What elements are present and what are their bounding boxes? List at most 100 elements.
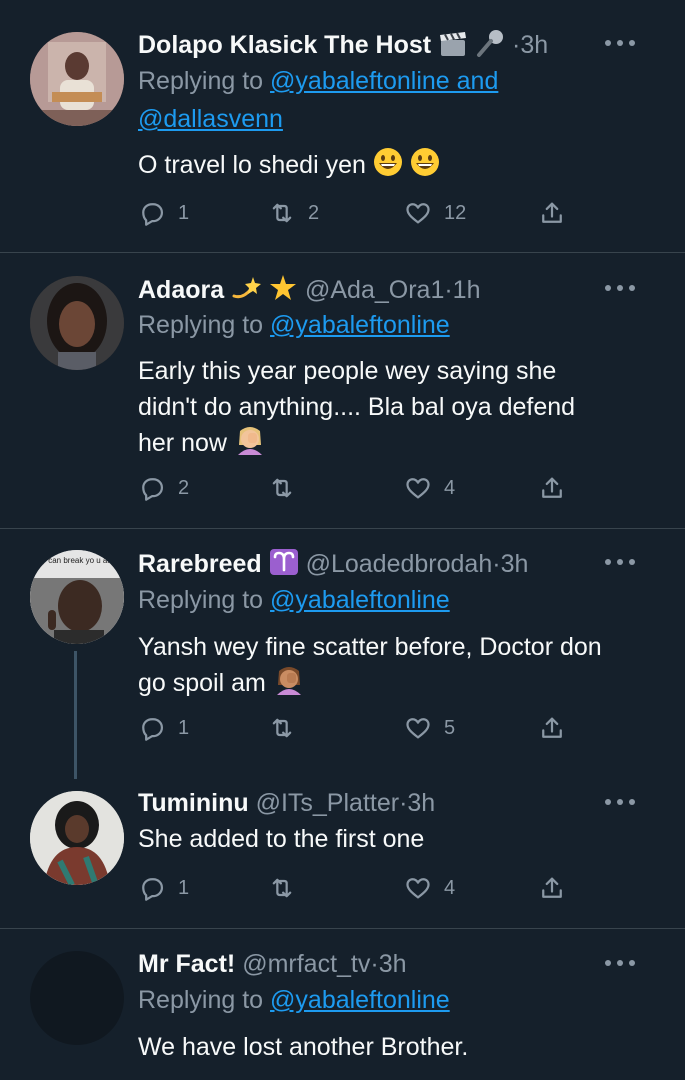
- like-icon: [406, 878, 430, 899]
- replying-to: Replying to @yabaleftonline and @dallasv…: [138, 67, 499, 133]
- reply-button[interactable]: 1: [138, 873, 189, 903]
- timestamp[interactable]: 3h: [379, 950, 407, 978]
- avatar[interactable]: [30, 791, 124, 885]
- display-name[interactable]: Adaora: [138, 276, 224, 304]
- share-button[interactable]: [538, 873, 566, 903]
- more-icon[interactable]: [605, 40, 635, 48]
- reply-icon: [142, 718, 164, 741]
- replying-to: Replying to @yabaleftonline: [138, 586, 450, 614]
- like-button[interactable]: 4: [404, 473, 455, 503]
- grinning-face-icon: [373, 147, 403, 187]
- like-count: 5: [444, 716, 456, 739]
- timestamp[interactable]: 3h: [501, 550, 529, 578]
- mention-link[interactable]: @yabaleftonline: [270, 586, 450, 614]
- tweet-actions: 1 4: [138, 873, 578, 903]
- retweet-count: 2: [308, 201, 320, 224]
- more-icon[interactable]: [605, 559, 635, 567]
- retweet-button[interactable]: [268, 873, 296, 903]
- replying-to: Replying to @yabaleftonline: [138, 986, 450, 1014]
- grinning-face-icon: [410, 147, 440, 187]
- retweet-icon: [272, 878, 292, 898]
- tweet-actions: 2 4: [138, 473, 578, 503]
- tweet-text: O travel lo shedi yen: [138, 147, 645, 187]
- reply-count: 1: [178, 876, 190, 899]
- like-count: 12: [444, 201, 467, 224]
- more-icon[interactable]: [605, 960, 635, 968]
- user-handle[interactable]: @Ada_Ora1: [305, 276, 444, 304]
- tweet-header: Dolapo Klasick The Host ·3h: [138, 29, 665, 59]
- retweet-button[interactable]: 2: [268, 198, 319, 228]
- tweet-header: Mr Fact! @mrfact_tv·3h: [138, 949, 665, 979]
- dizzy-icon: [231, 274, 262, 309]
- reply-icon: [142, 203, 164, 226]
- thread-line: [74, 651, 77, 779]
- like-icon: [406, 203, 430, 224]
- avatar[interactable]: y can break yo u are single: [30, 550, 124, 644]
- avatar-caption: y can break yo u are single: [42, 556, 124, 565]
- like-icon: [406, 718, 430, 739]
- tweet-mr-fact[interactable]: Mr Fact! @mrfact_tv·3h Replying to @yaba…: [0, 929, 685, 1080]
- more-icon[interactable]: [605, 285, 635, 293]
- tweet-text: She added to the first one: [138, 825, 425, 853]
- timestamp[interactable]: 3h: [407, 789, 435, 817]
- like-button[interactable]: 4: [404, 873, 455, 903]
- tweet-tumininu[interactable]: Tumininu @ITs_Platter·3h She added to th…: [0, 779, 685, 927]
- display-name[interactable]: Tumininu: [138, 789, 249, 817]
- avatar[interactable]: [30, 276, 124, 370]
- tweet-adaora[interactable]: Adaora @Ada_Ora1·1h Replying to @yabalef…: [0, 253, 685, 528]
- retweet-button[interactable]: [268, 713, 296, 743]
- share-button[interactable]: [538, 713, 566, 743]
- user-handle[interactable]: @Loadedbrodah: [306, 550, 493, 578]
- microphone-icon: [475, 29, 505, 64]
- like-button[interactable]: 5: [404, 713, 455, 743]
- tweet-header: Tumininu @ITs_Platter·3h: [138, 788, 665, 818]
- reply-count: 1: [178, 201, 190, 224]
- share-button[interactable]: [538, 473, 566, 503]
- retweet-icon: [272, 203, 292, 223]
- reply-icon: [142, 478, 164, 501]
- share-icon: [542, 477, 562, 498]
- reply-count: 2: [178, 476, 190, 499]
- aries-icon: [269, 548, 299, 583]
- user-handle[interactable]: @ITs_Platter: [256, 789, 399, 817]
- mention-link[interactable]: @yabaleftonline: [270, 311, 450, 339]
- retweet-icon: [272, 718, 292, 738]
- timestamp[interactable]: 3h: [520, 31, 548, 59]
- share-icon: [542, 202, 562, 223]
- tweet-header: Rarebreed @Loadedbrodah·3h: [138, 548, 665, 578]
- timestamp[interactable]: 1h: [453, 276, 481, 304]
- retweet-icon: [272, 478, 292, 498]
- tweet-header: Adaora @Ada_Ora1·1h: [138, 274, 665, 304]
- reply-button[interactable]: 1: [138, 198, 189, 228]
- tweet-text: Early this year people wey saying she di…: [138, 353, 645, 465]
- tweet-rarebreed[interactable]: y can break yo u are single Rarebreed @L…: [0, 529, 685, 779]
- reply-button[interactable]: 2: [138, 473, 189, 503]
- like-button[interactable]: 12: [404, 198, 466, 228]
- avatar[interactable]: [30, 951, 124, 1045]
- tweet-text: We have lost another Brother.: [138, 1033, 469, 1061]
- retweet-button[interactable]: [268, 473, 296, 503]
- share-button[interactable]: [538, 198, 566, 228]
- tweet-actions: 1 5: [138, 713, 578, 743]
- replying-to: Replying to @yabaleftonline: [138, 311, 450, 339]
- mention-link[interactable]: @yabaleftonline: [270, 986, 450, 1014]
- tweet-dolapo[interactable]: Dolapo Klasick The Host ·3h Replying to …: [0, 0, 685, 252]
- display-name[interactable]: Mr Fact!: [138, 950, 235, 978]
- reply-icon: [142, 878, 164, 901]
- reply-button[interactable]: 1: [138, 713, 189, 743]
- user-handle[interactable]: @mrfact_tv: [242, 950, 370, 978]
- tweet-text: Yansh wey fine scatter before, Doctor do…: [138, 629, 645, 705]
- display-name[interactable]: Dolapo Klasick The Host: [138, 31, 431, 59]
- mention-link[interactable]: @yabaleftonline and: [270, 67, 498, 95]
- share-icon: [542, 877, 562, 898]
- facepalm-icon: [273, 665, 305, 705]
- mention-link[interactable]: @dallasvenn: [138, 105, 283, 133]
- like-icon: [406, 478, 430, 499]
- like-count: 4: [444, 876, 456, 899]
- glowing-star-icon: [268, 274, 298, 309]
- tweet-actions: 1 2 12: [138, 198, 578, 228]
- more-icon[interactable]: [605, 799, 635, 807]
- display-name[interactable]: Rarebreed: [138, 550, 262, 578]
- avatar[interactable]: [30, 32, 124, 126]
- share-icon: [542, 717, 562, 738]
